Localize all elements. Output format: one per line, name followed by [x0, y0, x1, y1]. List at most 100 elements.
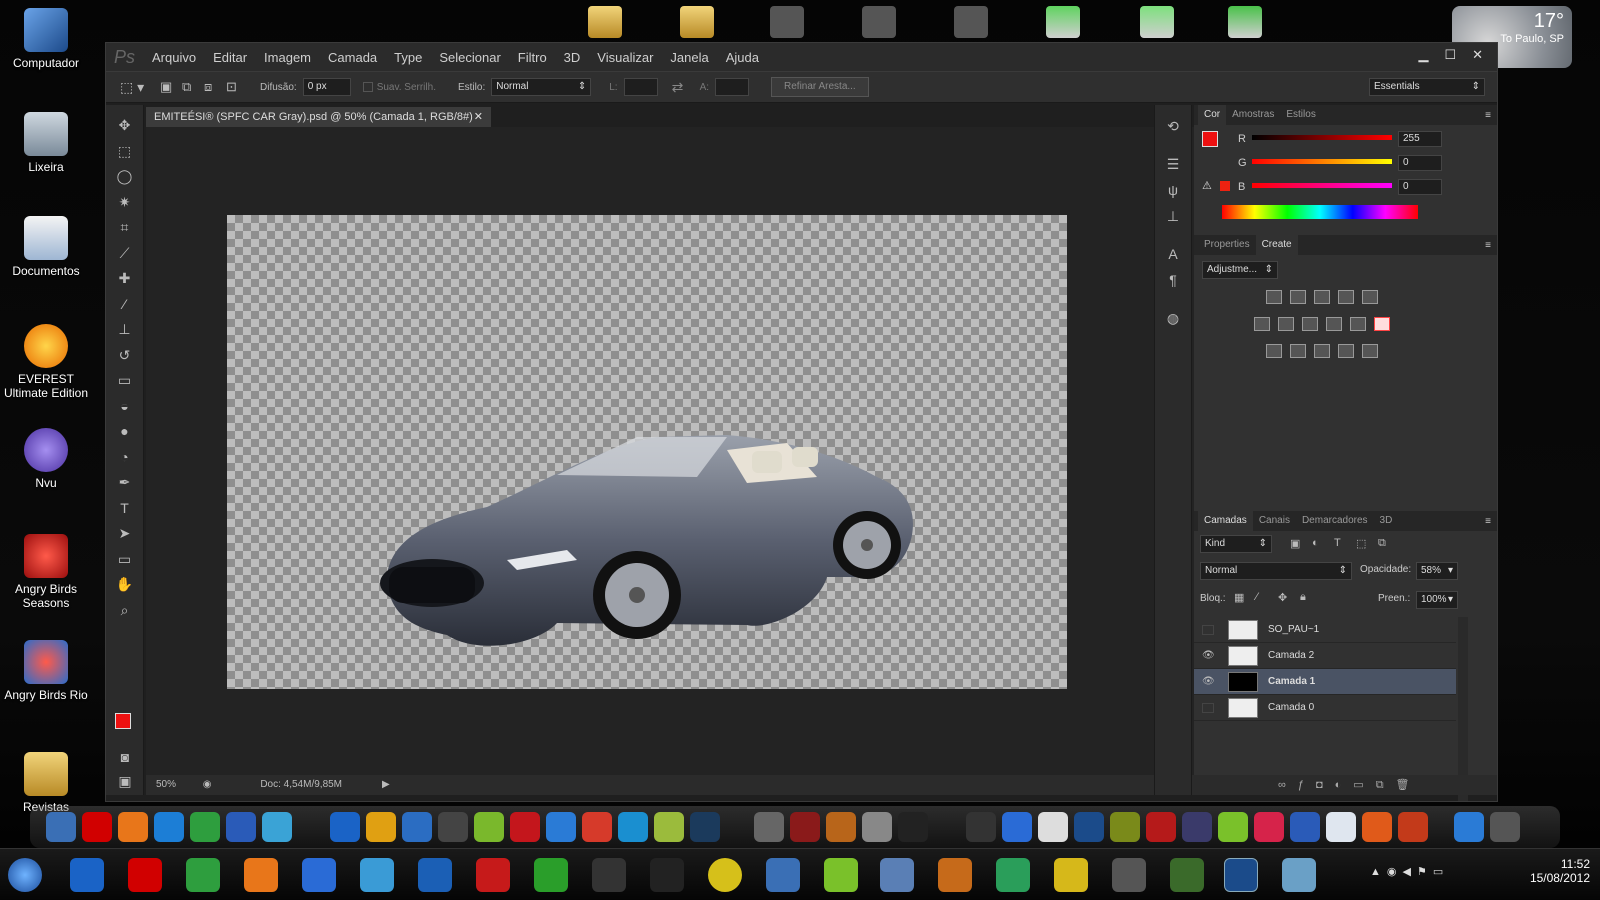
quick-mask-icon[interactable]: ◙	[106, 745, 144, 771]
color-balance-icon[interactable]	[1278, 317, 1294, 331]
zoom-tool-icon[interactable]: ⌕	[106, 598, 143, 624]
channel-g-value[interactable]: 0	[1398, 155, 1442, 171]
powerpoint-icon[interactable]	[1362, 812, 1392, 842]
flash-icon[interactable]	[1146, 812, 1176, 842]
kuler-icon[interactable]: ◍	[1155, 305, 1191, 331]
lock-all-icon[interactable]: 🔒︎	[1300, 591, 1306, 604]
lasso-tool-icon[interactable]: ◯	[106, 164, 143, 190]
tab-canais[interactable]: Canais	[1253, 511, 1296, 531]
panel-menu-icon[interactable]: ≡	[1485, 240, 1491, 251]
marquee-tool-icon[interactable]: ⬚	[106, 139, 143, 165]
app-icon[interactable]	[1254, 812, 1284, 842]
add-device-icon[interactable]	[1046, 6, 1080, 38]
pen-tool-icon[interactable]: ✒	[106, 470, 143, 496]
game-icon[interactable]	[826, 812, 856, 842]
photoscape-icon[interactable]	[1398, 812, 1428, 842]
dodge-tool-icon[interactable]: ◔	[106, 445, 143, 471]
blend-mode-select[interactable]: Normal ⇕	[1200, 562, 1352, 580]
firefox-icon[interactable]	[118, 812, 148, 842]
network-tray-icon[interactable]: ◉	[1387, 866, 1403, 878]
channel-b-value[interactable]: 0	[1398, 179, 1442, 195]
after-effects-icon[interactable]	[1182, 812, 1212, 842]
opera-icon[interactable]	[82, 812, 112, 842]
app-icon[interactable]	[474, 812, 504, 842]
levels-icon[interactable]	[1290, 290, 1306, 304]
character-icon[interactable]: A	[1155, 241, 1191, 267]
nfs-icon[interactable]	[898, 812, 928, 842]
swap-icon[interactable]: ⇄	[672, 79, 700, 96]
fill-input[interactable]: 100% ▾	[1416, 591, 1458, 609]
itunes-icon[interactable]	[330, 812, 360, 842]
new-selection-icon[interactable]: ▣	[160, 79, 182, 95]
screen-mode-icon[interactable]: ▣	[106, 769, 144, 795]
app-icon[interactable]	[1170, 858, 1204, 892]
flag-icon[interactable]: ⚑	[1417, 866, 1433, 878]
maximize-icon[interactable]: ☐	[1444, 47, 1456, 63]
app-icon[interactable]	[582, 812, 612, 842]
desktop-icon-recycle-bin[interactable]: Lixeira	[0, 112, 92, 174]
disc-icon[interactable]	[708, 858, 742, 892]
channel-g-slider[interactable]	[1252, 159, 1392, 164]
usb-drive-icon[interactable]	[770, 6, 804, 38]
filter-shape-icon[interactable]: ⬚	[1356, 537, 1366, 550]
app-icon[interactable]	[510, 812, 540, 842]
adjustments-icon[interactable]: ☰	[1155, 151, 1191, 177]
paint-bucket-tool-icon[interactable]: ◒	[106, 394, 143, 420]
gradient-map-icon[interactable]	[1338, 344, 1354, 358]
hand-tool-icon[interactable]: ✋	[106, 572, 143, 598]
brush-tool-icon[interactable]: ⁄	[106, 292, 143, 318]
game-icon[interactable]	[862, 812, 892, 842]
path-selection-tool-icon[interactable]: ➤	[106, 521, 143, 547]
new-adjustment-icon[interactable]: ◐	[1335, 779, 1354, 791]
tab-amostras[interactable]: Amostras	[1226, 105, 1280, 125]
rectangle-tool-icon[interactable]: ▭	[106, 547, 143, 573]
media-player-icon[interactable]	[418, 858, 452, 892]
app-icon[interactable]	[1282, 858, 1316, 892]
filter-pixel-icon[interactable]: ▣	[1290, 537, 1300, 550]
curves-icon[interactable]	[1314, 290, 1330, 304]
tab-demarcadores[interactable]: Demarcadores	[1296, 511, 1374, 531]
paragraph-icon[interactable]: ¶	[1155, 267, 1191, 293]
menu-imagem[interactable]: Imagem	[264, 50, 311, 65]
new-layer-icon[interactable]: ⧉	[1376, 779, 1396, 791]
clock[interactable]: 11:52 15/08/2012	[1480, 857, 1590, 885]
start-button[interactable]	[8, 858, 42, 892]
history-icon[interactable]: ⟲	[1155, 113, 1191, 139]
layers-scrollbar[interactable]	[1458, 617, 1468, 801]
type-tool-icon[interactable]: T	[106, 496, 143, 522]
canvas-area[interactable]	[146, 127, 1244, 775]
document-tab[interactable]: EMITEÉSI® (SPFC CAR Gray).psd @ 50% (Cam…	[146, 107, 491, 127]
tray-arrow-icon[interactable]: ▲	[1370, 866, 1387, 878]
desktop-icon-angry-birds-seasons[interactable]: Angry Birds Seasons	[0, 534, 92, 610]
opera-icon[interactable]	[128, 858, 162, 892]
fg-color-swatch[interactable]	[1202, 131, 1218, 147]
black-white-icon[interactable]	[1302, 317, 1318, 331]
move-tool-icon[interactable]: ✥	[106, 113, 143, 139]
menu-filtro[interactable]: Filtro	[518, 50, 547, 65]
panel-menu-icon[interactable]: ≡	[1485, 110, 1491, 121]
menu-janela[interactable]: Janela	[670, 50, 708, 65]
status-menu-arrow-icon[interactable]: ▶	[382, 775, 390, 795]
lock-position-icon[interactable]: ✥	[1278, 591, 1287, 604]
delete-layer-icon[interactable]: 🗑︎	[1396, 779, 1422, 791]
app-icon[interactable]	[966, 812, 996, 842]
volume-icon[interactable]: ◀	[1403, 866, 1417, 878]
menu-selecionar[interactable]: Selecionar	[439, 50, 500, 65]
tab-estilos[interactable]: Estilos	[1280, 105, 1321, 125]
layer-filter-select[interactable]: Kind ⇕	[1200, 535, 1272, 553]
adjustments-dropdown[interactable]: Adjustme... ⇕	[1202, 261, 1278, 279]
opacity-input[interactable]: 58% ▾	[1416, 562, 1458, 580]
desktop-icon-computer[interactable]: Computador	[0, 8, 92, 70]
lock-transparent-icon[interactable]: ▦	[1234, 591, 1244, 604]
layer-row[interactable]: 👁︎ Camada 2	[1194, 643, 1456, 669]
app-icon[interactable]	[1112, 858, 1146, 892]
layer-style-icon[interactable]: ƒ	[1298, 779, 1316, 791]
refine-edge-button[interactable]: Refinar Aresta...	[771, 77, 869, 97]
posterize-icon[interactable]	[1290, 344, 1306, 358]
visibility-toggle[interactable]	[1202, 703, 1214, 713]
word-icon[interactable]	[1290, 812, 1320, 842]
history-brush-tool-icon[interactable]: ↺	[106, 343, 143, 369]
zoom-level[interactable]: 50%	[156, 779, 176, 790]
style-select[interactable]: Normal ⇕	[491, 78, 592, 96]
clone-source-icon[interactable]: ⊥	[1155, 203, 1191, 229]
